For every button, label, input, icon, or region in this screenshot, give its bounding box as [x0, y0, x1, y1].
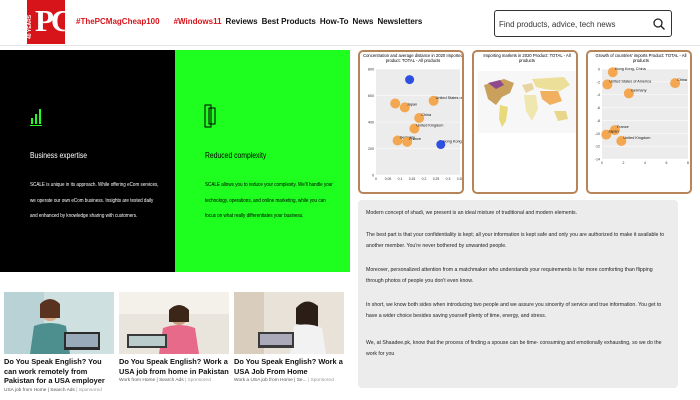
y-tick-label: 600 — [368, 94, 374, 98]
search-input[interactable] — [499, 16, 649, 32]
card-source: USA job from Home | Search Ads | Sponsor… — [4, 388, 102, 393]
feature-panel-business: Business expertise SCALE is unique in it… — [0, 50, 175, 272]
x-tick-label: 0.25 — [433, 177, 440, 181]
feature-panel-complexity: Reduced complexity SCALE allows you to r… — [175, 50, 350, 272]
data-label: Hong Kong, China — [443, 140, 464, 144]
data-label: Hong Kong, China — [615, 67, 647, 71]
data-label: United States of America — [436, 96, 464, 100]
x-tick-label: 0.35 — [457, 177, 464, 181]
x-tick-label: 0.3 — [446, 177, 451, 181]
data-label: Japan — [407, 102, 417, 106]
chart-concentration[interactable]: Concentration and average distance in 20… — [358, 50, 464, 194]
chart-title: Concentration and average distance in 20… — [363, 53, 463, 63]
y-tick-label: -4 — [597, 93, 600, 97]
chart-title: Growth of countries' imports Product: TO… — [595, 53, 687, 63]
nav-item-newsletters[interactable]: Newsletters — [377, 17, 422, 26]
nav-item-best-products[interactable]: Best Products — [262, 17, 316, 26]
y-tick-label: 800 — [368, 68, 374, 72]
nav-item-windows11[interactable]: #Windows11 — [174, 17, 222, 26]
x-tick-label: 0 — [375, 177, 377, 181]
data-label: United Kingdom — [416, 124, 443, 128]
article-paragraph: We, at Shaadee.pk, know that the process… — [366, 340, 662, 357]
y-tick-label: 400 — [368, 121, 374, 125]
world-map — [478, 71, 576, 133]
logo-text: PC — [35, 3, 73, 38]
card-thumbnail[interactable] — [4, 292, 114, 354]
feature-text: SCALE is unique in its approach. While o… — [30, 182, 159, 219]
main-nav: #ThePCMagCheap100 #Windows11 Reviews Bes… — [76, 17, 422, 26]
data-label: Japan — [608, 130, 618, 134]
card-title[interactable]: Do You Speak English? You can work remot… — [4, 357, 114, 386]
article-paragraph: Modern concept of shadi, we present is a… — [366, 210, 578, 216]
data-label: China — [421, 113, 432, 117]
x-tick-label: 0 — [601, 161, 603, 165]
feature-heading: Business expertise — [30, 151, 88, 160]
card-thumbnail[interactable] — [119, 292, 229, 354]
y-tick-label: -14 — [595, 158, 600, 162]
article-paragraph: In short, we know both sides when introd… — [366, 302, 662, 319]
nav-item-how-to[interactable]: How-To — [320, 17, 349, 26]
article-body: Modern concept of shadi, we present is a… — [358, 200, 678, 388]
feature-heading: Reduced complexity — [205, 151, 267, 160]
chart-importing-markets[interactable]: Importing markets in 2020 Product: TOTAL… — [472, 50, 578, 194]
data-point — [405, 75, 415, 85]
chart-import-growth[interactable]: Growth of countries' imports Product: TO… — [586, 50, 692, 194]
y-tick-label: 0 — [372, 174, 374, 178]
search-icon[interactable] — [652, 17, 666, 31]
bar-chart-icon — [30, 109, 42, 126]
card-source: Work a USA job from Home | Se... | Spons… — [234, 378, 334, 383]
data-label: China — [677, 78, 688, 82]
y-tick-label: -2 — [597, 80, 600, 84]
data-label: Germany — [631, 88, 647, 92]
scatter-chart: 02004006008000 0.05 0.1 0.15 0.2 0.25 0.3 0.35U… — [368, 68, 464, 182]
card-title[interactable]: Do You Speak English? Work a USA Job Fro… — [234, 357, 344, 376]
site-header: 40 YEARS PC #ThePCMagCheap100 #Windows11… — [0, 0, 700, 46]
x-tick-label: 0.2 — [422, 177, 427, 181]
x-tick-label: 0.15 — [409, 177, 416, 181]
data-label: France — [617, 125, 629, 129]
x-tick-label: 4 — [644, 161, 646, 165]
nav-item-cheap100[interactable]: #ThePCMagCheap100 — [76, 17, 160, 26]
pcmag-logo[interactable]: 40 YEARS PC — [27, 0, 73, 44]
chart-title: Importing markets in 2020 Product: TOTAL… — [483, 53, 571, 63]
layers-icon — [204, 104, 216, 128]
card-source: Work from Home | Search Ads | Sponsored — [119, 378, 211, 383]
feature-text: SCALE allows you to reduce your complexi… — [205, 182, 333, 219]
data-label: United States of America — [609, 79, 652, 83]
data-label: France — [409, 137, 421, 141]
nav-item-reviews[interactable]: Reviews — [226, 17, 258, 26]
article-paragraph: Moreover, personalized attention from a … — [366, 267, 653, 284]
x-tick-label: 8 — [687, 161, 689, 165]
x-tick-label: 2 — [623, 161, 625, 165]
card-title[interactable]: Do You Speak English? Work a USA job fro… — [119, 357, 229, 376]
x-tick-label: 0.05 — [385, 177, 392, 181]
trade-charts: Concentration and average distance in 20… — [356, 50, 700, 198]
y-tick-label: 200 — [368, 147, 374, 151]
y-tick-label: -6 — [597, 106, 600, 110]
scatter-chart: 0-2-4-6-8-10-12-140 2 4 6 8Hong Kong, ChinaC… — [595, 67, 689, 165]
data-label: United Kingdom — [623, 136, 650, 140]
article-paragraph: The best part is that your confidentiali… — [366, 232, 665, 249]
x-tick-label: 6 — [666, 161, 668, 165]
y-tick-label: 0 — [598, 68, 600, 72]
data-point — [390, 98, 401, 109]
y-tick-label: -8 — [597, 119, 600, 123]
nav-item-news[interactable]: News — [353, 17, 374, 26]
card-thumbnail[interactable] — [234, 292, 344, 354]
y-tick-label: -10 — [595, 132, 600, 136]
logo-anniversary-text: 40 YEARS — [27, 14, 33, 39]
y-tick-label: -12 — [595, 145, 600, 149]
x-tick-label: 0.1 — [398, 177, 403, 181]
search-box[interactable] — [494, 10, 672, 37]
